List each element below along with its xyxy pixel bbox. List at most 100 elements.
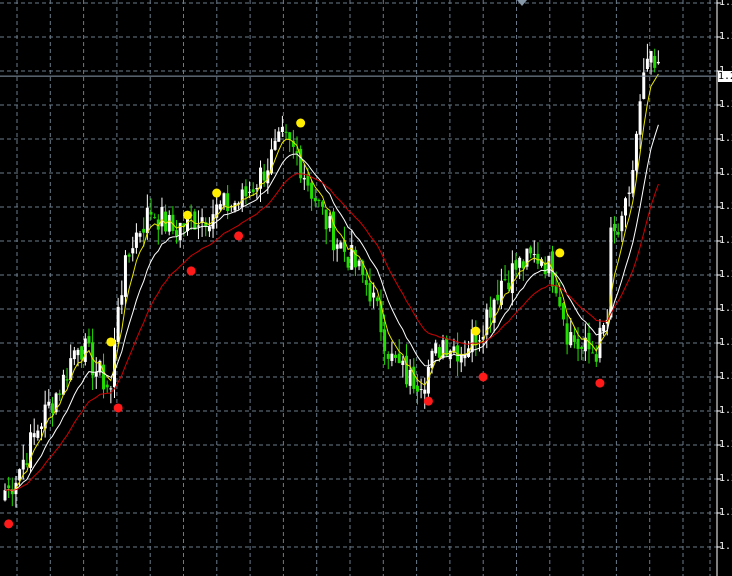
candle-body	[145, 207, 149, 234]
candle-body	[324, 209, 328, 230]
candle-body	[153, 217, 157, 219]
y-tick-label: 1.2	[719, 439, 732, 450]
y-tick-label: 1.	[719, 541, 732, 552]
candle-body	[120, 295, 124, 305]
candle-body	[357, 260, 361, 267]
y-tick-label: 1.2	[719, 201, 732, 212]
candle-body	[514, 260, 518, 270]
fractal-up-dot	[183, 210, 192, 220]
candle-body	[284, 131, 288, 133]
candle-body	[565, 323, 569, 345]
candle-body	[383, 329, 387, 352]
y-tick-label: 1.2	[719, 507, 732, 518]
candle-body	[167, 215, 171, 232]
candle-body	[233, 202, 237, 211]
candle-body	[580, 346, 584, 349]
price-chart[interactable]: 1. 1.2 1.2 1.2 1.2 1.2 1.2 1.2 1.2 1.2 1.2 1.2 1.2 1.…	[0, 0, 732, 576]
candle-body	[624, 198, 627, 216]
candle-body	[321, 201, 325, 207]
candle-body	[123, 255, 127, 297]
y-tick-label: 1.2	[719, 99, 732, 110]
candle-body	[638, 101, 642, 135]
candle-body	[72, 350, 76, 360]
fractal-down-dot	[423, 396, 433, 406]
candle-body	[248, 191, 252, 193]
candle-body	[423, 389, 427, 394]
candle-body	[196, 225, 200, 227]
candle-body	[222, 193, 226, 206]
candle-body	[310, 182, 314, 199]
fractal-up-dot	[296, 118, 306, 128]
candle-body	[40, 426, 43, 429]
fractal-up-dot	[555, 248, 565, 258]
y-tick-label: 1.2	[719, 371, 732, 382]
candle-body	[317, 199, 321, 201]
y-tick-label: 1.2	[719, 31, 732, 42]
current-price-label: 1.2	[718, 71, 732, 83]
candle-body	[178, 222, 182, 241]
candle-body	[83, 338, 87, 362]
candle-body	[631, 170, 635, 194]
fractal-down-dot	[234, 231, 244, 241]
y-tick-label: 1.2	[719, 167, 732, 178]
candle-body	[503, 279, 507, 281]
candle-body	[138, 233, 142, 237]
candle-body	[313, 197, 317, 202]
candle-body	[116, 306, 120, 343]
candle-body	[437, 347, 441, 358]
candle-body	[488, 307, 492, 318]
candle-body	[518, 257, 522, 268]
candle-body	[445, 338, 449, 356]
y-tick-label: 1.2	[719, 235, 732, 246]
candle-body	[430, 350, 434, 369]
candle-body	[175, 230, 179, 237]
y-tick-label: 1.2	[719, 337, 732, 348]
fractal-down-dot	[113, 403, 123, 413]
candle-body	[251, 189, 255, 193]
fractal-down-dot	[595, 378, 605, 388]
candle-body	[627, 192, 631, 194]
candle-body	[273, 140, 277, 150]
candle-body	[510, 263, 514, 294]
candle-body	[616, 232, 620, 235]
candle-body	[47, 401, 51, 406]
candle-body	[594, 354, 598, 362]
fractal-down-dot	[478, 372, 488, 382]
y-tick-label: 1.2	[719, 133, 732, 144]
fractal-up-dot	[212, 188, 222, 198]
candle-body	[262, 171, 266, 181]
candle-body	[58, 393, 62, 395]
candle-body	[372, 292, 376, 298]
chart-canvas[interactable]	[0, 0, 732, 576]
candle-body	[478, 340, 481, 342]
candle-body	[656, 61, 660, 64]
candle-body	[375, 297, 379, 302]
candle-body	[25, 463, 29, 465]
candle-body	[649, 51, 653, 63]
candle-body	[419, 389, 423, 391]
candle-body	[591, 352, 595, 354]
candle-body	[653, 55, 657, 68]
candle-body	[390, 353, 394, 361]
moving-average-slow	[4, 173, 659, 491]
candle-body	[576, 338, 580, 349]
candle-body	[412, 366, 416, 389]
candle-body	[61, 374, 65, 395]
candle-body	[434, 343, 438, 354]
candle-body	[32, 433, 36, 438]
candle-body	[335, 244, 339, 249]
candle-body	[127, 254, 131, 257]
candle-body	[332, 211, 335, 251]
candle-body	[328, 216, 332, 228]
candle-body	[405, 355, 408, 385]
candle-body	[65, 379, 69, 381]
fractal-down-dot	[4, 519, 14, 529]
candle-body	[50, 403, 54, 413]
candle-body	[364, 280, 368, 285]
candle-body	[105, 384, 109, 388]
candle-body	[218, 204, 222, 210]
candle-body	[386, 353, 390, 359]
candle-body	[277, 131, 281, 142]
candle-body	[558, 296, 562, 307]
y-tick-label: 1.2	[719, 303, 732, 314]
